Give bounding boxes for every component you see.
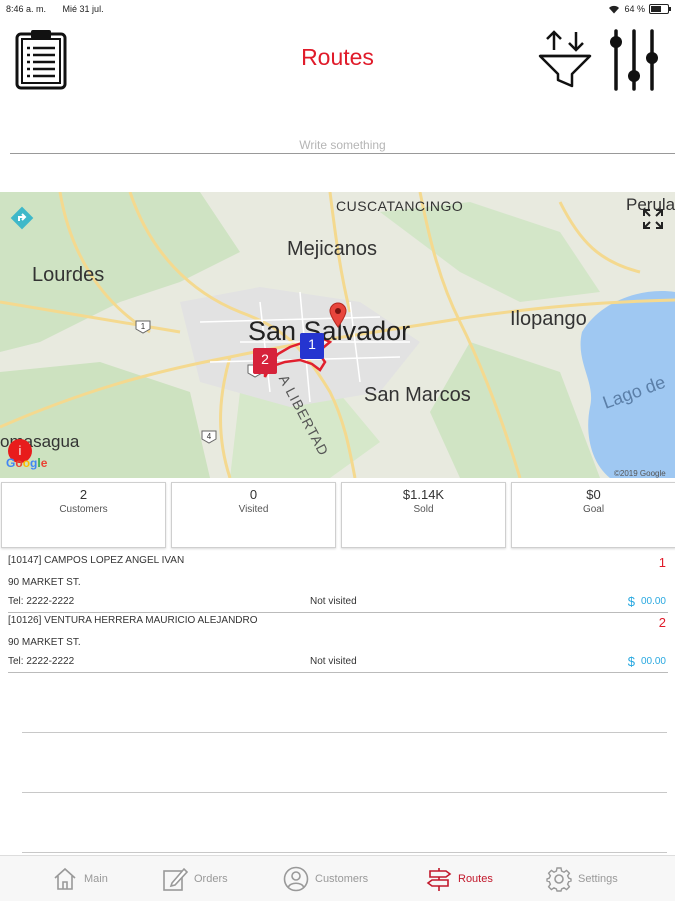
tab-bar: Main Orders Customers Routes Settings [0,855,675,901]
status-time: 8:46 a. m. [6,4,47,14]
directions-icon[interactable] [10,206,34,230]
stats-row: 2 Customers 0 Visited $1.14K Sold $0 Goa… [0,482,675,548]
tab-label: Customers [315,873,369,885]
status-date: Mié 31 jul. [62,4,104,14]
map-label-ilopango: Ilopango [510,308,587,330]
sort-filter-button[interactable] [536,28,594,90]
stat-value: 0 [249,487,258,502]
dollar-icon: $ [627,654,635,669]
stat-label: Visited [238,504,269,515]
stat-label: Sold [413,504,434,515]
highway-shield-icon: 4 [201,430,217,444]
settings-sliders-button[interactable] [606,28,662,92]
tab-routes[interactable]: Routes [426,864,493,894]
empty-row-divider [22,732,667,733]
gear-icon [546,867,572,892]
stat-goal: $0 Goal [511,482,675,548]
empty-row-divider [22,852,667,853]
edit-icon [163,867,188,891]
route-marker-1[interactable]: 1 [300,333,324,359]
stat-visited: 0 Visited [171,482,336,548]
status-right: 64 % [608,4,671,14]
visit-status: Not visited [310,656,357,667]
stat-value: 2 [79,487,88,502]
user-icon [283,866,309,892]
status-left: 8:46 a. m. Mié 31 jul. [6,4,118,14]
tab-customers[interactable]: Customers [283,864,368,894]
map-label-mejicanos: Mejicanos [287,238,378,260]
status-bar: 8:46 a. m. Mié 31 jul. 64 % [0,0,675,18]
home-icon [54,867,76,890]
signpost-icon [426,868,452,891]
tab-label: Main [84,873,108,885]
sliders-icon [610,29,658,91]
tab-label: Routes [458,873,493,885]
route-order-number: 1 [658,555,666,570]
map-label-lourdes: Lourdes [32,264,105,286]
stat-customers: 2 Customers [1,482,166,548]
route-order-number: 2 [658,615,666,630]
shield-4-number: 4 [207,432,212,441]
list-item[interactable]: [10126] VENTURA HERRERA MAURICIO ALEJAND… [8,612,668,673]
stat-sold: $1.14K Sold [341,482,506,548]
google-logo: Google [6,456,48,470]
stat-label: Customers [59,504,108,515]
empty-row-divider [22,792,667,793]
customer-amount: $00.00 [627,594,666,609]
tab-orders[interactable]: Orders [162,864,228,894]
map-label-san-marcos: San Marcos [364,384,471,406]
map-label-perula: Perula [626,195,675,214]
map-label-cuscatancingo: CUSCATANCINGO [336,198,464,214]
tab-label: Orders [194,873,228,885]
stat-value: $1.14K [402,487,445,502]
location-pin-icon[interactable] [329,302,347,328]
customer-address: 90 MARKET ST. [8,637,81,648]
list-item[interactable]: [10147] CAMPOS LOPEZ ANGEL IVAN 1 90 MAR… [8,552,668,613]
shield-1a-number: 1 [141,322,146,331]
stat-value: $0 [586,487,601,502]
customer-tel: Tel: 2222-2222 [8,656,75,667]
customer-address: 90 MARKET ST. [8,577,81,588]
battery-icon [649,4,671,14]
tab-main[interactable]: Main [52,864,108,894]
map-copyright: ©2019 Google [614,469,666,478]
sort-filter-icon [538,30,592,88]
dollar-icon: $ [627,594,635,609]
customer-tel: Tel: 2222-2222 [8,596,75,607]
highway-shield-icon: 1 [135,320,151,334]
route-map[interactable]: CUSCATANCINGO Perula Mejicanos Lourdes S… [0,192,675,478]
tab-settings[interactable]: Settings [546,864,618,894]
battery-percent: 64 % [624,4,645,14]
stat-label: Goal [582,504,605,515]
customer-name: [10126] VENTURA HERRERA MAURICIO ALEJAND… [8,615,258,626]
search-input[interactable] [10,137,675,154]
route-marker-2[interactable]: 2 [253,348,277,374]
tab-label: Settings [578,873,618,885]
search-field-wrap [10,136,675,154]
customer-amount: $00.00 [627,654,666,669]
header: Routes [0,18,675,98]
customer-name: [10147] CAMPOS LOPEZ ANGEL IVAN [8,555,185,566]
wifi-icon [609,5,620,13]
visit-status: Not visited [310,596,357,607]
